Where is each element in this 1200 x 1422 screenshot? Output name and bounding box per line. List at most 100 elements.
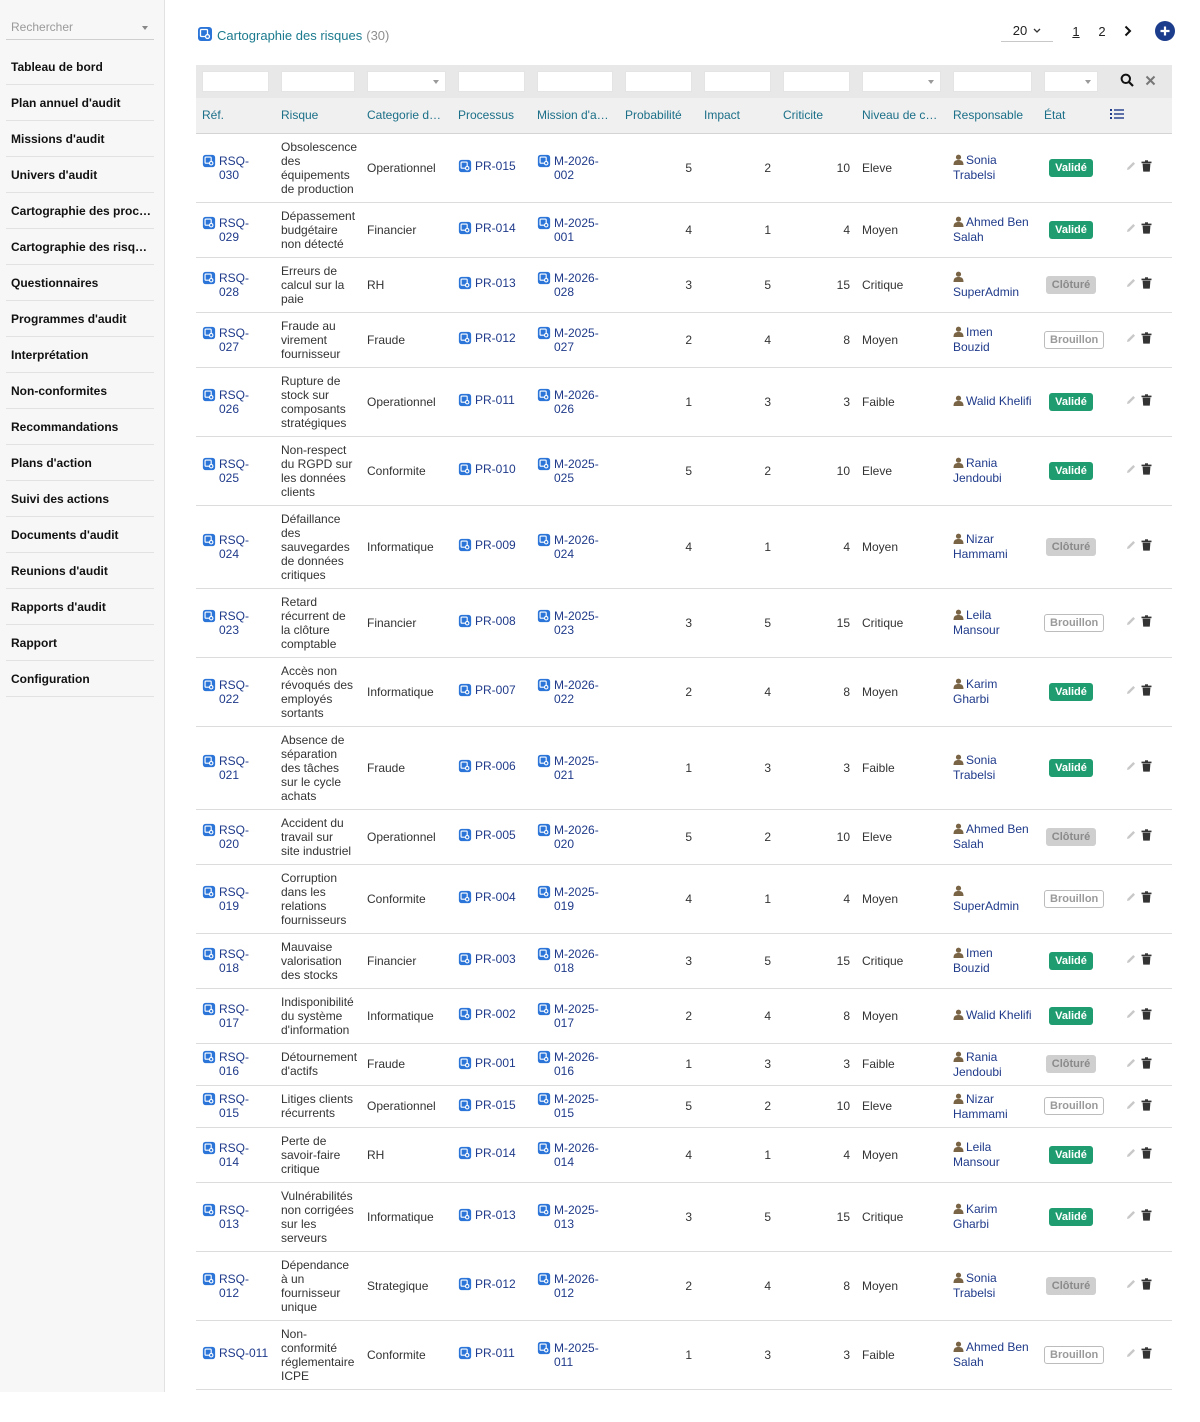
ref-link[interactable]: RSQ-028 — [202, 271, 269, 299]
responsible-link[interactable]: Rania Jendoubi — [953, 456, 1002, 485]
sidebar-item[interactable]: Suivi des actions — [6, 481, 154, 517]
mission-link[interactable]: M-2025-025 — [537, 457, 613, 485]
sidebar-item[interactable]: Programmes d'audit — [6, 301, 154, 337]
pencil-icon[interactable] — [1125, 891, 1137, 906]
process-link[interactable]: PR-004 — [458, 890, 516, 904]
sidebar-item[interactable]: Rapport — [6, 625, 154, 661]
filter-mission-input[interactable] — [537, 71, 613, 92]
ref-link[interactable]: RSQ-022 — [202, 678, 269, 706]
ref-link[interactable]: RSQ-029 — [202, 216, 269, 244]
process-link[interactable]: PR-010 — [458, 462, 516, 476]
pencil-icon[interactable] — [1125, 684, 1137, 699]
responsible-link[interactable]: Karim Gharbi — [953, 1202, 997, 1231]
ref-link[interactable]: RSQ-017 — [202, 1002, 269, 1030]
responsible-link[interactable]: Sonia Trabelsi — [953, 753, 997, 782]
trash-icon[interactable] — [1141, 1008, 1152, 1023]
pencil-icon[interactable] — [1125, 1278, 1137, 1293]
table-row[interactable]: RSQ-029 Dépassement budgétaire non détect… — [196, 202, 1172, 258]
process-link[interactable]: PR-014 — [458, 1146, 516, 1160]
trash-icon[interactable] — [1141, 539, 1152, 554]
sidebar-item[interactable]: Configuration — [6, 661, 154, 697]
filter-impact-input[interactable] — [704, 71, 771, 92]
pencil-icon[interactable] — [1125, 222, 1137, 237]
table-row[interactable]: RSQ-014 Perte de savoir-faire critique RH P… — [196, 1127, 1172, 1183]
sidebar-item[interactable]: Plans d'action — [6, 445, 154, 481]
process-link[interactable]: PR-011 — [458, 393, 515, 407]
trash-icon[interactable] — [1141, 684, 1152, 699]
mission-link[interactable]: M-2026-014 — [537, 1141, 613, 1169]
trash-icon[interactable] — [1141, 1209, 1152, 1224]
table-row[interactable]: RSQ-013 Vulnérabilités non corrigées sur … — [196, 1182, 1172, 1252]
table-row[interactable]: RSQ-021 Absence de séparation des tâches … — [196, 726, 1172, 810]
trash-icon[interactable] — [1141, 463, 1152, 478]
mission-link[interactable]: M-2026-026 — [537, 388, 613, 416]
ref-link[interactable]: RSQ-030 — [202, 154, 269, 182]
pencil-icon[interactable] — [1125, 1099, 1137, 1114]
sidebar-item[interactable]: Documents d'audit — [6, 517, 154, 553]
pencil-icon[interactable] — [1125, 394, 1137, 409]
mission-link[interactable]: M-2026-012 — [537, 1272, 613, 1300]
next-page-button[interactable] — [1115, 25, 1141, 37]
responsible-link[interactable]: Ahmed Ben Salah — [953, 1340, 1029, 1369]
mission-link[interactable]: M-2026-002 — [537, 154, 613, 182]
sidebar-item[interactable]: Interprétation — [6, 337, 154, 373]
pencil-icon[interactable] — [1125, 1147, 1137, 1162]
process-link[interactable]: PR-012 — [458, 1277, 516, 1291]
process-link[interactable]: PR-001 — [458, 1056, 516, 1070]
trash-icon[interactable] — [1141, 160, 1152, 175]
sidebar-item[interactable]: Cartographie des risques — [6, 229, 154, 265]
column-header-risque[interactable]: Risque — [275, 98, 361, 134]
ref-link[interactable]: RSQ-015 — [202, 1092, 269, 1120]
mission-link[interactable]: M-2026-022 — [537, 678, 613, 706]
pencil-icon[interactable] — [1125, 1209, 1137, 1224]
ref-link[interactable]: RSQ-012 — [202, 1272, 269, 1300]
mission-link[interactable]: M-2026-016 — [537, 1050, 613, 1078]
add-button[interactable] — [1155, 21, 1175, 41]
trash-icon[interactable] — [1141, 222, 1152, 237]
mission-link[interactable]: M-2026-020 — [537, 823, 613, 851]
mission-link[interactable]: M-2026-018 — [537, 947, 613, 975]
table-row[interactable]: RSQ-028 Erreurs de calcul sur la paie RH PR… — [196, 257, 1172, 313]
table-row[interactable]: RSQ-023 Retard récurrent de la clôture co… — [196, 588, 1172, 658]
table-row[interactable]: RSQ-017 Indisponibilité du système d'info… — [196, 988, 1172, 1044]
sidebar-item[interactable]: Cartographie des processus — [6, 193, 154, 229]
ref-link[interactable]: RSQ-024 — [202, 533, 269, 561]
responsible-link[interactable]: Rania Jendoubi — [953, 1050, 1002, 1079]
page-link-2[interactable]: 2 — [1089, 24, 1115, 39]
pencil-icon[interactable] — [1125, 760, 1137, 775]
mission-link[interactable]: M-2025-013 — [537, 1203, 613, 1231]
column-header-categorie[interactable]: Categorie de risque — [361, 98, 452, 134]
process-link[interactable]: PR-002 — [458, 1007, 516, 1021]
column-header-ref[interactable]: Réf. — [196, 98, 275, 134]
pencil-icon[interactable] — [1125, 615, 1137, 630]
mission-link[interactable]: M-2025-023 — [537, 609, 613, 637]
responsible-link[interactable]: Sonia Trabelsi — [953, 153, 997, 182]
process-link[interactable]: PR-003 — [458, 952, 516, 966]
sidebar-item[interactable]: Rapports d'audit — [6, 589, 154, 625]
mission-link[interactable]: M-2026-024 — [537, 533, 613, 561]
filter-ref-input[interactable] — [202, 71, 269, 92]
trash-icon[interactable] — [1141, 1098, 1152, 1114]
process-link[interactable]: PR-005 — [458, 828, 516, 842]
mission-link[interactable]: M-2025-015 — [537, 1092, 613, 1120]
sidebar-item[interactable]: Reunions d'audit — [6, 553, 154, 589]
responsible-link[interactable]: Leila Mansour — [953, 1140, 1000, 1169]
responsible-link[interactable]: Imen Bouzid — [953, 946, 993, 975]
column-header-criticite[interactable]: Criticite — [777, 98, 856, 134]
filter-processus-input[interactable] — [458, 71, 525, 92]
table-row[interactable]: RSQ-020 Accident du travail sur site indu… — [196, 809, 1172, 865]
page-size-select[interactable]: 20 — [1001, 20, 1053, 42]
responsible-link[interactable]: SuperAdmin — [953, 884, 1019, 913]
sidebar-item[interactable]: Recommandations — [6, 409, 154, 445]
search-icon[interactable] — [1120, 73, 1134, 90]
column-header-mission[interactable]: Mission d'audit — [531, 98, 619, 134]
page-link-1[interactable]: 1 — [1063, 24, 1089, 39]
ref-link[interactable]: RSQ-016 — [202, 1050, 269, 1078]
close-icon[interactable] — [1145, 75, 1156, 89]
pencil-icon[interactable] — [1125, 463, 1137, 478]
filter-risque-input[interactable] — [281, 71, 355, 92]
process-link[interactable]: PR-006 — [458, 759, 516, 773]
filter-categorie-select[interactable] — [367, 71, 446, 92]
trash-icon[interactable] — [1141, 332, 1152, 347]
mission-link[interactable]: M-2025-017 — [537, 1002, 613, 1030]
